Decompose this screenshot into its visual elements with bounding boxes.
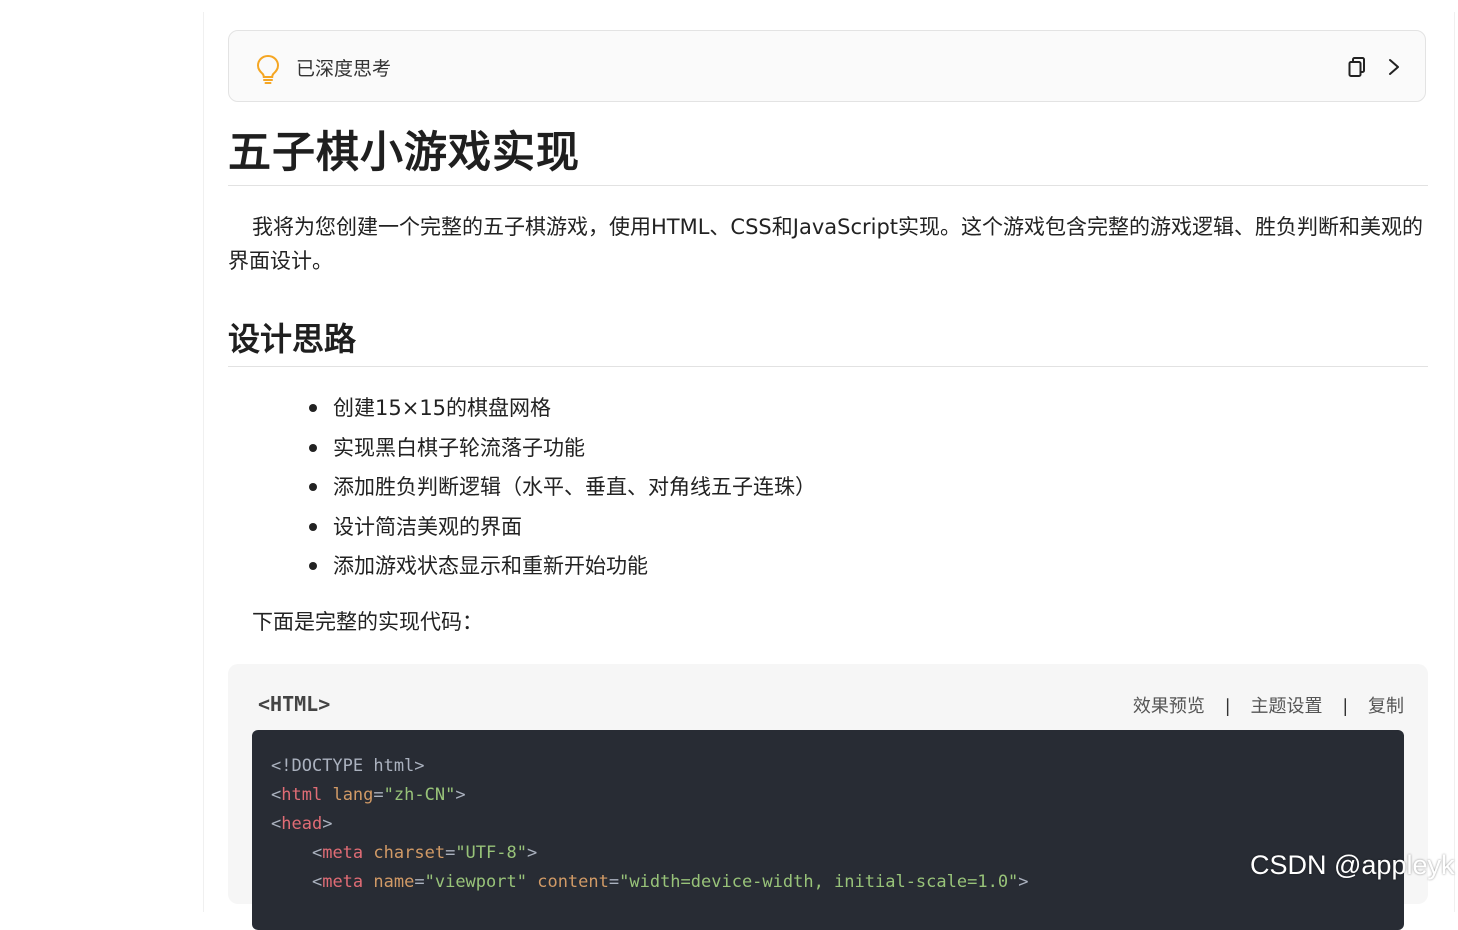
- code-token: >: [455, 785, 466, 805]
- code-token: charset: [373, 843, 446, 863]
- copy-code-button[interactable]: 复制: [1368, 696, 1404, 717]
- list-item: 添加胜负判断逻辑（水平、垂直、对角线五子连珠）: [306, 469, 816, 509]
- code-token: "width=device-width, initial-scale=1.0": [619, 872, 1019, 892]
- code-token: <: [271, 785, 282, 805]
- code-token: "viewport": [424, 872, 527, 892]
- code-token: >: [526, 843, 538, 863]
- code-token: meta: [322, 843, 364, 863]
- code-line: <meta name="viewport" content="width=dev…: [271, 868, 1029, 897]
- intro-paragraph: 我将为您创建一个完整的五子棋游戏，使用HTML、CSS和JavaScript实现…: [228, 215, 1424, 273]
- code-token: "UTF-8": [455, 843, 527, 863]
- chevron-right-icon[interactable]: [1387, 56, 1401, 78]
- design-points-list: 创建15×15的棋盘网格 实现黑白棋子轮流落子功能 添加胜负判断逻辑（水平、垂直…: [306, 390, 816, 588]
- section-title: 设计思路: [228, 320, 357, 358]
- code-block[interactable]: <!DOCTYPE html> <html lang="zh-CN"> <head>…: [252, 730, 1404, 930]
- action-separator: |: [1224, 696, 1231, 717]
- section-divider: [228, 366, 1428, 367]
- code-token: "zh-CN": [383, 785, 456, 805]
- code-line: <meta charset="UTF-8">: [271, 839, 1029, 868]
- deep-thinking-bar[interactable]: 已深度思考: [228, 30, 1426, 102]
- code-token: <: [311, 872, 323, 892]
- code-token: name: [373, 872, 415, 892]
- code-token: =: [445, 843, 456, 863]
- preview-button[interactable]: 效果预览: [1133, 696, 1205, 717]
- list-item: 设计简洁美观的界面: [306, 509, 816, 549]
- theme-settings-button[interactable]: 主题设置: [1250, 696, 1322, 717]
- code-token: >: [1018, 872, 1029, 892]
- code-token: meta: [322, 872, 364, 892]
- list-item: 实现黑白棋子轮流落子功能: [306, 430, 816, 470]
- code-language-label: <HTML>: [258, 692, 331, 716]
- code-token: =: [414, 872, 425, 892]
- deep-thinking-label: 已深度思考: [296, 58, 392, 80]
- title-divider: [228, 185, 1428, 186]
- watermark: CSDN @appleyk: [1250, 850, 1455, 880]
- code-lines: <!DOCTYPE html> <html lang="zh-CN"> <head>…: [271, 752, 1029, 897]
- code-token: >: [322, 814, 333, 834]
- code-token: content: [537, 872, 609, 892]
- code-token: lang: [332, 785, 374, 805]
- code-line: <head>: [271, 810, 1029, 839]
- code-line: <html lang="zh-CN">: [271, 781, 1029, 810]
- code-actions: 效果预览 | 主题设置 | 复制: [1133, 692, 1404, 718]
- code-container: <HTML> 效果预览 | 主题设置 | 复制 <!DOCTYPE html> <…: [228, 664, 1428, 930]
- code-token: <!DOCTYPE html>: [271, 756, 425, 776]
- bulb-icon: [256, 54, 280, 84]
- copy-icon[interactable]: [1347, 56, 1367, 78]
- code-token: =: [373, 785, 384, 805]
- code-intro-text: 下面是完整的实现代码：: [252, 610, 483, 634]
- list-item: 创建15×15的棋盘网格: [306, 390, 816, 430]
- article-title: 五子棋小游戏实现: [228, 128, 580, 178]
- code-token: <: [271, 814, 282, 834]
- code-token: head: [281, 814, 323, 834]
- list-item: 添加游戏状态显示和重新开始功能: [306, 548, 816, 588]
- code-token: =: [608, 872, 620, 892]
- code-token: <: [311, 843, 323, 863]
- code-line: <!DOCTYPE html>: [271, 752, 1029, 781]
- code-token: html: [281, 785, 323, 805]
- action-separator: |: [1342, 696, 1349, 717]
